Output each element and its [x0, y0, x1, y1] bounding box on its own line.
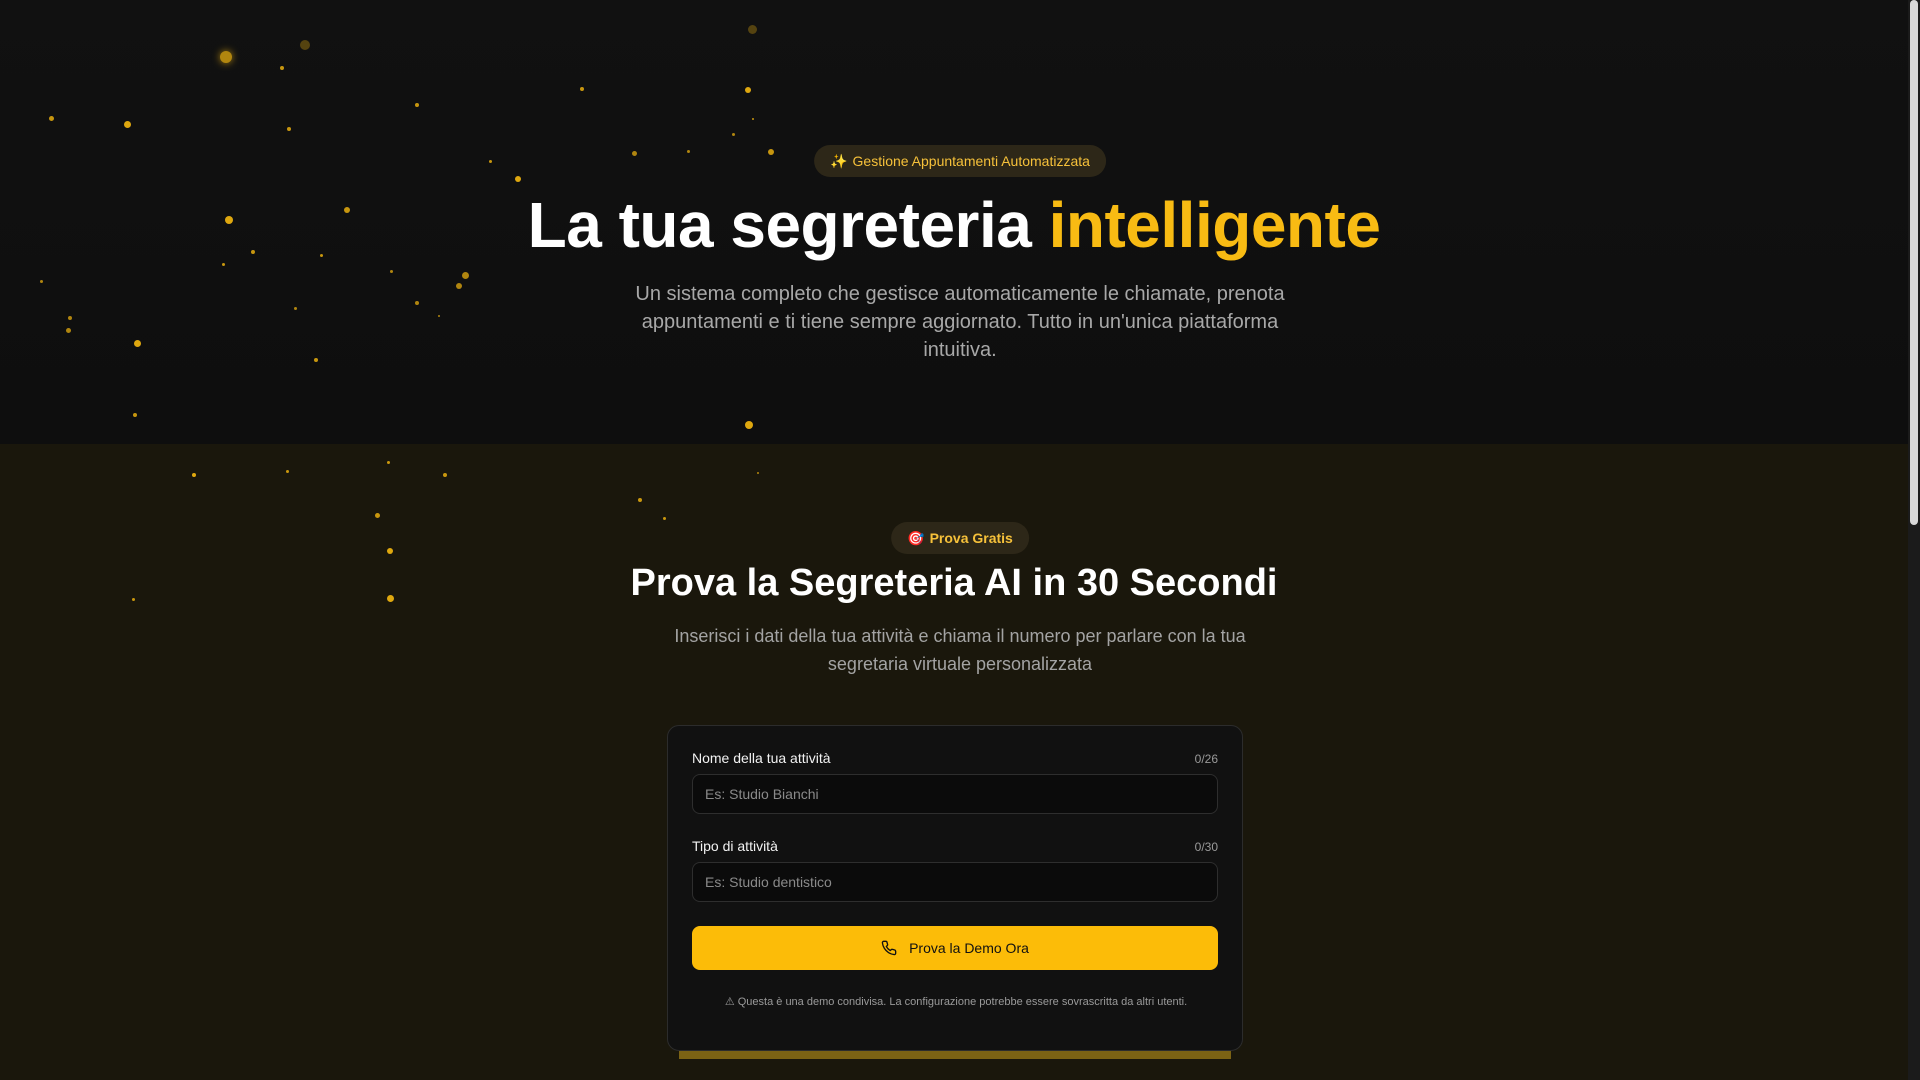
phone-icon: [881, 940, 897, 956]
hero-badge-label: Gestione Appuntamenti Automatizzata: [852, 153, 1090, 169]
demo-title: Prova la Segreteria AI in 30 Secondi: [630, 562, 1278, 604]
hero-title: La tua segreteria intelligente: [0, 188, 1908, 262]
hero-subtitle: Un sistema completo che gestisce automat…: [635, 283, 1285, 361]
sparkles-icon: ✨: [830, 153, 848, 169]
demo-form-card: Nome della tua attività 0/26 Tipo di att…: [667, 725, 1243, 1051]
demo-badge-label: Prova Gratis: [929, 530, 1013, 546]
business-type-input[interactable]: [692, 862, 1218, 902]
business-name-label: Nome della tua attività: [692, 750, 831, 766]
hero-title-accent: intelligente: [1048, 189, 1381, 261]
business-name-input[interactable]: [692, 774, 1218, 814]
try-demo-label: Prova la Demo Ora: [909, 940, 1029, 956]
business-type-counter: 0/30: [1194, 840, 1218, 854]
demo-subtitle: Inserisci i dati della tua attività e ch…: [674, 626, 1246, 674]
demo-badge: 🎯 Prova Gratis: [891, 522, 1029, 554]
hero-title-main: La tua segreteria: [527, 189, 1049, 261]
try-demo-button[interactable]: Prova la Demo Ora: [692, 926, 1218, 970]
scrollbar[interactable]: [1908, 0, 1920, 1080]
scrollbar-thumb[interactable]: [1910, 0, 1918, 525]
business-name-counter: 0/26: [1194, 752, 1218, 766]
hero-badge: ✨ Gestione Appuntamenti Automatizzata: [814, 145, 1106, 177]
business-type-label: Tipo di attività: [692, 838, 778, 854]
target-icon: 🎯: [907, 530, 925, 546]
shared-demo-warning: ⚠ Questa è una demo condivisa. La config…: [724, 996, 1188, 1008]
